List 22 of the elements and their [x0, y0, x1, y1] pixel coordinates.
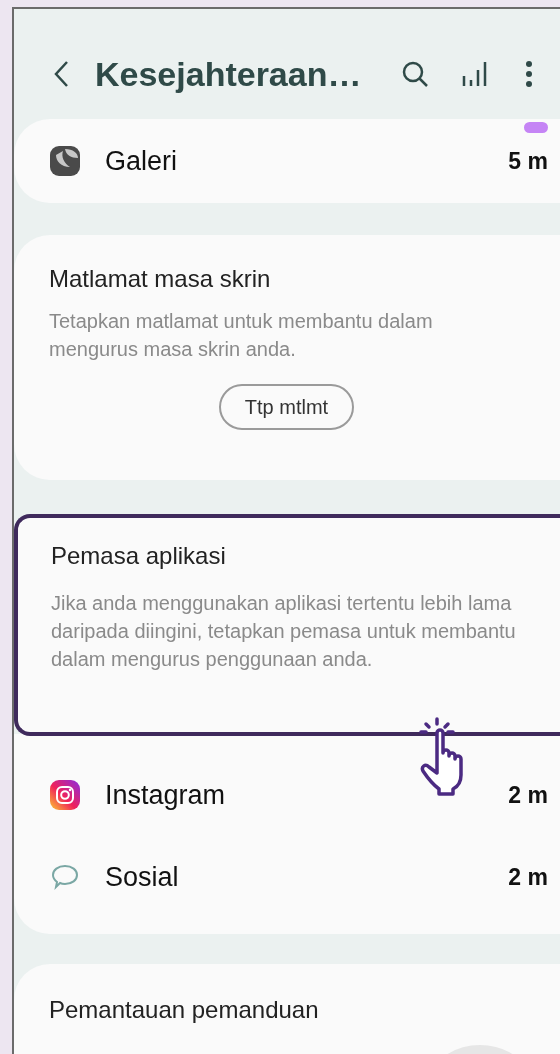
app-name: Sosial	[105, 860, 180, 894]
usage-bar	[524, 122, 548, 133]
camera-app-icon	[49, 779, 81, 811]
usage-time: 2 m	[508, 780, 548, 810]
back-icon	[53, 60, 69, 88]
card-description: Tetapkan matlamat untuk membantu dalam mengurus masa skrin anda.	[49, 309, 434, 362]
set-goal-button[interactable]: Ttp mtlmt	[218, 384, 355, 430]
more-icon	[525, 61, 534, 87]
card-title: Pemantauan pemanduan	[49, 995, 320, 1025]
page-title: Kesejahteraan…	[95, 57, 362, 91]
bar-chart-icon	[461, 60, 488, 88]
chat-bubble-icon	[51, 863, 79, 891]
usage-time: 2 m	[508, 862, 548, 892]
card-title: Matlamat masa skrin	[49, 264, 272, 294]
card-title: Pemasa aplikasi	[51, 541, 227, 571]
timer-card[interactable]: Pemasa aplikasi Jika anda menggunakan aplikasi tertentu lebih lama daripada diingini, tetapkan pemasa untuk membantu dalam mengurus penggunaan anda.	[14, 514, 560, 736]
search-icon	[401, 60, 430, 88]
app-name: Galeri	[105, 144, 179, 178]
app-name: Instagram	[105, 778, 227, 812]
usage-time: 5 m	[508, 146, 548, 176]
card-description: Jika anda menggunakan aplikasi tertentu lebih lama daripada diingini, tetapkan pemasa untuk membantu dalam mengurus penggunaan anda.	[51, 591, 517, 672]
gallery-app-icon	[49, 145, 81, 177]
